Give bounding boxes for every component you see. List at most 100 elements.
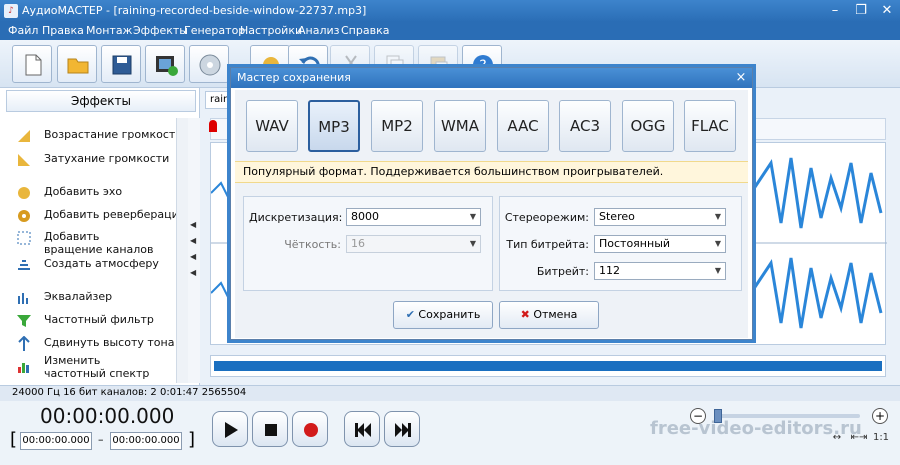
playhead-marker[interactable]: [209, 120, 217, 132]
menu-bar: Файл Правка Монтаж Эффекты Генератор Нас…: [0, 22, 900, 40]
cd-button[interactable]: [189, 45, 229, 83]
save-wizard-dialog: Мастер сохранения × WAV MP3 MP2 WMA AAC …: [230, 67, 753, 340]
stop-icon: [265, 424, 277, 436]
rewind-button[interactable]: [344, 411, 380, 447]
chevron-down-icon: ▼: [714, 239, 721, 248]
selection-end-field[interactable]: 00:00:00.000: [110, 432, 182, 450]
echo-icon: [16, 185, 32, 201]
collapse-arrow-icon[interactable]: ◀: [190, 268, 196, 277]
record-button[interactable]: [292, 411, 328, 447]
new-file-button[interactable]: [12, 45, 52, 83]
save-disk-icon: [112, 55, 132, 75]
format-mp2[interactable]: MP2: [371, 100, 423, 152]
current-time-display: 00:00:00.000: [40, 404, 175, 428]
format-mp3[interactable]: MP3: [308, 100, 360, 152]
collapse-arrow-icon[interactable]: ◀: [190, 220, 196, 229]
dialog-title: Мастер сохранения: [231, 68, 752, 88]
equalizer-icon: [16, 290, 32, 306]
format-ac3[interactable]: AC3: [559, 100, 611, 152]
save-dialog-button[interactable]: ✔ Сохранить: [393, 301, 493, 329]
clarity-select[interactable]: 16 ▼: [346, 235, 481, 253]
rewind-icon: [355, 423, 371, 437]
format-ogg[interactable]: OGG: [622, 100, 674, 152]
status-bar: 24000 Гц 16 бит каналов: 2 0:01:47 25655…: [0, 385, 900, 401]
rotate-channels-icon: [16, 230, 32, 246]
fade-out-icon: [16, 152, 32, 168]
filter-icon: [16, 313, 32, 329]
window-title: АудиоМАСТЕР - [raining-recorded-beside-w…: [22, 4, 367, 17]
fit-width-button[interactable]: ↔: [826, 432, 848, 448]
clarity-label: Чёткость:: [284, 238, 341, 251]
format-flac[interactable]: FLAC: [684, 100, 736, 152]
effects-tab[interactable]: Эффекты: [6, 90, 196, 112]
cancel-dialog-button[interactable]: ✖ Отмена: [499, 301, 599, 329]
effects-scrollbar[interactable]: [176, 118, 188, 383]
title-bar: ♪ АудиоМАСТЕР - [raining-recorded-beside…: [0, 0, 900, 22]
stop-button[interactable]: [252, 411, 288, 447]
chevron-down-icon: ▼: [714, 212, 721, 221]
save-button[interactable]: [101, 45, 141, 83]
add-video-icon: [156, 56, 178, 76]
fade-in-icon: [16, 128, 32, 144]
selection-start-field[interactable]: 00:00:00.000: [20, 432, 92, 450]
zoom-in-button[interactable]: +: [872, 408, 888, 424]
pitch-icon: [16, 335, 32, 352]
collapse-arrow-icon[interactable]: ◀: [190, 236, 196, 245]
close-bracket: ]: [188, 429, 196, 450]
spectrum-icon: [16, 359, 32, 375]
record-icon: [304, 423, 318, 437]
cd-icon: [199, 54, 221, 76]
range-dash: –: [98, 433, 104, 446]
open-folder-icon: [67, 58, 89, 74]
check-icon: ✔: [405, 308, 415, 321]
bitrate-type-label: Тип битрейта:: [506, 238, 589, 251]
format-wma[interactable]: WMA: [434, 100, 486, 152]
stereo-select[interactable]: Stereo ▼: [594, 208, 726, 226]
open-bracket: [: [10, 429, 18, 450]
play-icon: [225, 422, 238, 438]
zoom-out-button[interactable]: −: [690, 408, 706, 424]
chevron-down-icon: ▼: [469, 212, 476, 221]
close-window-button[interactable]: ✕: [874, 2, 900, 20]
play-button[interactable]: [212, 411, 248, 447]
restore-button[interactable]: ❐: [848, 2, 874, 20]
atmosphere-icon: [16, 257, 32, 273]
zoom-thumb[interactable]: [714, 409, 722, 423]
format-wav[interactable]: WAV: [246, 100, 298, 152]
minimize-button[interactable]: –: [822, 2, 848, 20]
zoom-selection-button[interactable]: ⇤⇥: [848, 432, 870, 448]
menu-settings[interactable]: Настройки: [240, 24, 302, 37]
sampling-select[interactable]: 8000 ▼: [346, 208, 481, 226]
stereo-label: Стереорежим:: [504, 211, 589, 224]
scroll-thumb[interactable]: [214, 361, 882, 371]
format-info-bar: Популярный формат. Поддерживается больши…: [235, 161, 748, 183]
forward-icon: [395, 423, 411, 437]
menu-file[interactable]: Файл: [8, 24, 38, 37]
bitrate-type-select[interactable]: Постоянный ▼: [594, 235, 726, 253]
zoom-slider[interactable]: [718, 414, 860, 418]
dialog-close-button[interactable]: ×: [731, 68, 751, 88]
format-aac[interactable]: AAC: [497, 100, 549, 152]
panel-collapse-strip[interactable]: ◀ ◀ ◀ ◀: [188, 118, 200, 383]
menu-generator[interactable]: Генератор: [184, 24, 245, 37]
menu-edit[interactable]: Правка: [42, 24, 84, 37]
menu-effects[interactable]: Эффекты: [133, 24, 188, 37]
chevron-down-icon: ▼: [469, 239, 476, 248]
menu-analysis[interactable]: Анализ: [298, 24, 340, 37]
menu-montage[interactable]: Монтаж: [86, 24, 132, 37]
forward-button[interactable]: [384, 411, 420, 447]
chevron-down-icon: ▼: [714, 266, 721, 275]
bitrate-label: Битрейт:: [536, 265, 589, 278]
new-file-icon: [25, 54, 42, 76]
add-video-button[interactable]: [145, 45, 185, 83]
open-button[interactable]: [57, 45, 97, 83]
reverb-icon: [16, 208, 32, 224]
audio-icon: ♪: [4, 4, 18, 18]
one-to-one-button[interactable]: 1:1: [870, 432, 892, 448]
collapse-arrow-icon[interactable]: ◀: [190, 252, 196, 261]
menu-help[interactable]: Справка: [341, 24, 389, 37]
status-text: 24000 Гц 16 бит каналов: 2 0:01:47 25655…: [12, 387, 247, 398]
sampling-label: Дискретизация:: [249, 211, 343, 224]
cross-icon: ✖: [520, 308, 530, 321]
bitrate-select[interactable]: 112 ▼: [594, 262, 726, 280]
